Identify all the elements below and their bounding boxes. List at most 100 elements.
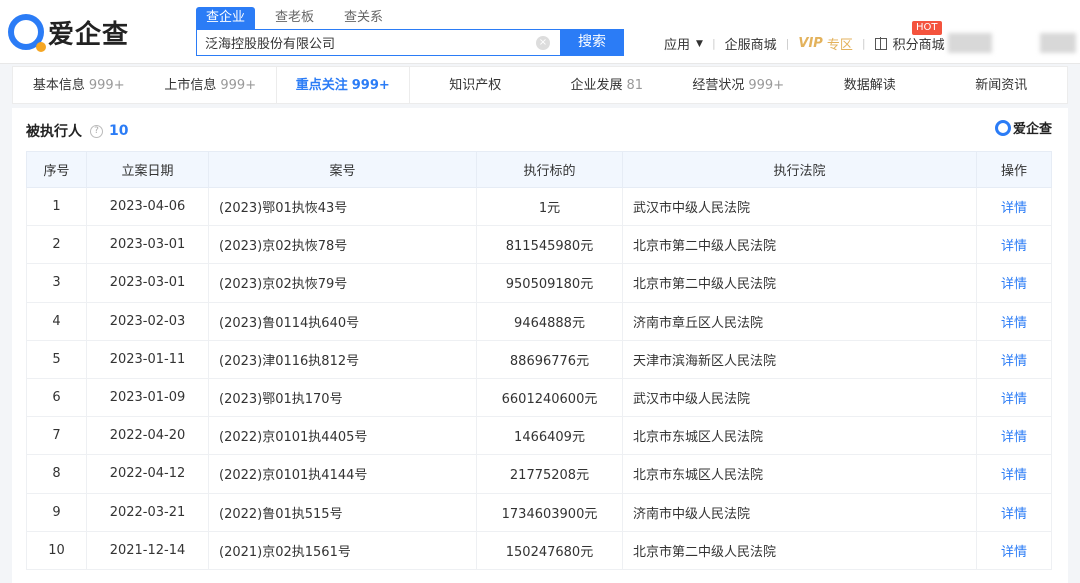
search-tab-boss[interactable]: 查老板 <box>265 7 324 29</box>
tab-label: 知识产权 <box>449 78 502 93</box>
cell-court: 北京市东城区人民法院 <box>622 416 977 456</box>
cell-court: 北京市东城区人民法院 <box>622 454 977 494</box>
table-row: 3 2023-03-01 (2023)京02执恢79号 950509180元 北京市第二… <box>26 263 1052 303</box>
detail-link[interactable]: 详情 <box>976 301 1052 341</box>
detail-link[interactable]: 详情 <box>976 492 1052 532</box>
cell-case-number: (2023)鄂01执170号 <box>208 377 477 418</box>
tab-count: 81 <box>626 78 644 93</box>
cell-amount: 811545980元 <box>476 225 623 265</box>
detail-tabs: 基本信息 999+ 上市信息 999+ 重点关注 999+ 知识产权 企业发展 81 经… <box>12 66 1068 104</box>
user-avatar-blurred[interactable] <box>948 33 992 53</box>
tab-operations[interactable]: 经营状况 999+ <box>673 67 805 103</box>
section-title: 被执行人 ? 10 <box>26 121 128 141</box>
nav-enterprise-mall[interactable]: 企服商城 <box>725 34 777 53</box>
tab-news[interactable]: 新闻资讯 <box>936 67 1068 103</box>
search-input[interactable] <box>197 30 536 55</box>
cell-court: 济南市中级人民法院 <box>622 492 977 532</box>
help-icon[interactable]: ? <box>90 124 103 138</box>
cell-case-number: (2021)京02执1561号 <box>208 530 477 570</box>
search-type-tabs: 查企业 查老板 查关系 <box>196 7 403 29</box>
top-nav: 应用 ▼ | 企服商城 | VIP 专区 | 积分商城 <box>664 34 945 53</box>
tab-label: 上市信息 <box>164 78 217 93</box>
tab-key-focus[interactable]: 重点关注 999+ <box>276 67 410 103</box>
nav-vip-zone[interactable]: VIP 专区 <box>798 34 852 53</box>
caret-down-icon: ▼ <box>696 38 703 49</box>
cell-index: 10 <box>26 530 87 570</box>
tab-label: 经营状况 <box>692 78 745 93</box>
cell-index: 5 <box>26 339 87 379</box>
search-tab-company[interactable]: 查企业 <box>196 7 256 29</box>
tab-ip[interactable]: 知识产权 <box>410 67 542 103</box>
tab-count: 999+ <box>88 78 125 93</box>
cell-court: 济南市章丘区人民法院 <box>622 301 977 341</box>
nav-points-mall[interactable]: 积分商城 <box>874 34 945 53</box>
search-box: × 搜索 <box>196 29 624 56</box>
cell-court: 武汉市中级人民法院 <box>622 377 977 418</box>
table-header-row: 序号 立案日期 案号 执行标的 执行法院 操作 <box>26 151 1052 188</box>
cell-court: 天津市滨海新区人民法院 <box>622 339 977 379</box>
tab-label: 基本信息 <box>32 78 85 93</box>
nav-divider: | <box>785 37 790 50</box>
detail-link[interactable]: 详情 <box>976 530 1052 570</box>
detail-link[interactable]: 详情 <box>976 339 1052 379</box>
cell-index: 8 <box>26 454 87 494</box>
cell-filing-date: 2022-04-20 <box>86 416 209 456</box>
table-row: 5 2023-01-11 (2023)津0116执812号 88696776元 天津市滨… <box>26 339 1052 379</box>
cell-amount: 88696776元 <box>476 339 623 379</box>
cell-filing-date: 2022-04-12 <box>86 454 209 494</box>
cell-case-number: (2022)鲁01执515号 <box>208 492 477 532</box>
tab-label: 重点关注 <box>295 78 348 93</box>
cell-amount: 1元 <box>476 186 623 227</box>
brand-watermark: 爱企查 <box>994 118 1052 137</box>
col-case-number: 案号 <box>208 151 477 188</box>
col-amount: 执行标的 <box>476 151 623 188</box>
table-row: 7 2022-04-20 (2022)京0101执4405号 1466409元 北京市东… <box>26 416 1052 456</box>
logo-text: 爱企查 <box>48 19 130 50</box>
tab-basic-info[interactable]: 基本信息 999+ <box>13 67 145 103</box>
cell-amount: 9464888元 <box>476 301 623 341</box>
cell-filing-date: 2021-12-14 <box>86 530 209 570</box>
col-index: 序号 <box>26 151 87 188</box>
cell-amount: 1734603900元 <box>476 492 623 532</box>
detail-link[interactable]: 详情 <box>976 263 1052 303</box>
logo-icon <box>8 14 46 52</box>
tab-label: 企业发展 <box>570 78 623 93</box>
detail-link[interactable]: 详情 <box>976 377 1052 418</box>
detail-link[interactable]: 详情 <box>976 416 1052 456</box>
search-tab-relation[interactable]: 查关系 <box>334 7 393 29</box>
detail-link[interactable]: 详情 <box>976 186 1052 227</box>
tab-label: 数据解读 <box>843 78 896 93</box>
brand-logo-icon <box>994 119 1011 136</box>
cell-amount: 950509180元 <box>476 263 623 303</box>
section-count: 10 <box>109 123 129 139</box>
table-row: 8 2022-04-12 (2022)京0101执4144号 21775208元 北京市… <box>26 454 1052 494</box>
table-row: 2 2023-03-01 (2023)京02执恢78号 811545980元 北京市第二… <box>26 225 1052 265</box>
top-header: 爱企查 查企业 查老板 查关系 × 搜索 应用 ▼ | 企服商城 | VIP 专… <box>0 0 1080 64</box>
cell-case-number: (2022)京0101执4405号 <box>208 416 477 456</box>
nav-divider: | <box>711 37 716 50</box>
gift-icon <box>874 36 887 50</box>
table-row: 9 2022-03-21 (2022)鲁01执515号 1734603900元 济南市中… <box>26 492 1052 532</box>
vip-zone-label: 专区 <box>826 38 853 53</box>
cell-court: 北京市第二中级人民法院 <box>622 225 977 265</box>
cell-court: 北京市第二中级人民法院 <box>622 530 977 570</box>
nav-divider: | <box>861 37 866 50</box>
cell-index: 4 <box>26 301 87 341</box>
cell-filing-date: 2023-02-03 <box>86 301 209 341</box>
user-menu-blurred[interactable] <box>1040 33 1076 53</box>
search-button[interactable]: 搜索 <box>560 29 624 56</box>
cell-filing-date: 2023-04-06 <box>86 186 209 227</box>
detail-link[interactable]: 详情 <box>976 454 1052 494</box>
clear-icon[interactable]: × <box>536 35 550 50</box>
detail-link[interactable]: 详情 <box>976 225 1052 265</box>
cell-filing-date: 2023-01-11 <box>86 339 209 379</box>
cell-case-number: (2022)京0101执4144号 <box>208 454 477 494</box>
site-logo[interactable]: 爱企查 <box>8 12 129 52</box>
tab-listing-info[interactable]: 上市信息 999+ <box>145 67 277 103</box>
cell-amount: 21775208元 <box>476 454 623 494</box>
cell-case-number: (2023)京02执恢78号 <box>208 225 477 265</box>
nav-app-label: 应用 <box>664 38 691 53</box>
tab-development[interactable]: 企业发展 81 <box>541 67 673 103</box>
nav-app[interactable]: 应用 ▼ <box>664 34 703 53</box>
tab-data-analysis[interactable]: 数据解读 <box>804 67 936 103</box>
